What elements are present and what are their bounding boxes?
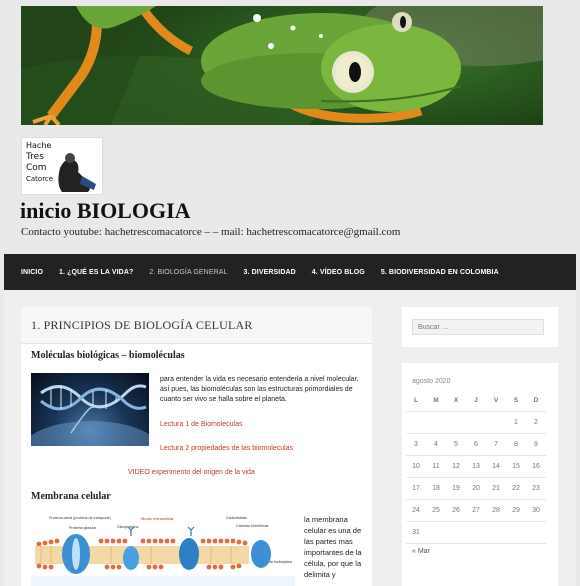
weekday-header: V <box>486 390 506 412</box>
nav-item-que-es-la-vida[interactable]: 1. ¿QUÉ ES LA VIDA? <box>51 269 141 276</box>
cell-membrane-diagram[interactable]: Proteína canal (proteína de transporte) … <box>31 514 295 586</box>
diagram-label-medio-extracelular: Medio extracelular <box>141 516 174 521</box>
calendar-day <box>486 521 506 544</box>
nav-item-diversidad[interactable]: 3. DIVERSIDAD <box>236 269 304 276</box>
svg-text:Tres: Tres <box>25 152 44 162</box>
calendar-day: 21 <box>486 477 506 500</box>
calendar-day: 2 <box>526 411 546 434</box>
calendar-day <box>466 411 486 434</box>
main-navigation: INICIO 1. ¿QUÉ ES LA VIDA? 2. BIOLOGÍA G… <box>4 254 576 290</box>
calendar-week-row: 3 4 5 6 7 8 9 <box>406 433 546 456</box>
calendar-day <box>426 521 446 544</box>
nav-item-biodiversidad-colombia[interactable]: 5. BIODIVERSIDAD EN COLOMBIA <box>373 269 507 276</box>
calendar-day: 26 <box>446 499 466 522</box>
frog-illustration <box>21 6 543 125</box>
calendar-day: 30 <box>526 499 546 522</box>
calendar-day <box>406 411 426 434</box>
calendar-day: 18 <box>426 477 446 500</box>
diagram-label-glicoproteina: Glicoproteína <box>117 525 138 529</box>
calendar-day: 28 <box>486 499 506 522</box>
svg-text:Catorce: Catorce <box>26 175 53 183</box>
calendar-day: 15 <box>506 455 526 478</box>
calendar-day: 22 <box>506 477 526 500</box>
dna-helix-graphic <box>31 384 149 446</box>
diagram-label-proteina-globular: Proteína globular <box>69 526 97 530</box>
section-heading-biomoleculas: Moléculas biológicas – biomoléculas <box>31 350 185 361</box>
site-logo[interactable]: Hache Tres Com Catorce <box>21 137 103 195</box>
calendar-week-row: 1 2 <box>406 411 546 434</box>
calendar-day: 31 <box>406 521 426 544</box>
weekday-header: L <box>406 390 426 412</box>
calendar-table: L M X J V S D 1 2 3 4 5 6 7 8 9 10 11 12… <box>406 390 546 544</box>
diagram-label-proteina-canal: Proteína canal (proteína de transporte) <box>49 516 111 520</box>
calendar-day: 27 <box>466 499 486 522</box>
calendar-day: 3 <box>406 433 426 456</box>
calendar-day: 16 <box>526 455 546 478</box>
handwritten-logo-image: Hache Tres Com Catorce <box>22 138 102 194</box>
weekday-header: M <box>426 390 446 412</box>
calendar-day: 17 <box>406 477 426 500</box>
calendar-day: 1 <box>506 411 526 434</box>
section-heading-membrana: Membrana celular <box>31 491 111 502</box>
calendar-weekday-row: L M X J V S D <box>406 390 546 412</box>
post-title: 1. PRINCIPIOS DE BIOLOGÍA CELULAR <box>31 318 253 332</box>
site-title[interactable]: inicio BIOLOGIA <box>20 198 191 224</box>
calendar-day <box>506 521 526 544</box>
calendar-day: 13 <box>466 455 486 478</box>
calendar-day: 23 <box>526 477 546 500</box>
calendar-day: 4 <box>426 433 446 456</box>
nav-item-biologia-general[interactable]: 2. BIOLOGÍA GENERAL <box>141 269 235 276</box>
calendar-day: 9 <box>526 433 546 456</box>
calendar-day: 11 <box>426 455 446 478</box>
calendar-prev-month-link[interactable]: « Mar <box>412 548 430 555</box>
site-tagline: Contacto youtube: hachetrescomacatorce –… <box>21 226 401 238</box>
calendar-day <box>446 521 466 544</box>
calendar-week-row: 17 18 19 20 21 22 23 <box>406 477 546 500</box>
nav-item-inicio[interactable]: INICIO <box>4 269 51 276</box>
calendar-day <box>486 411 506 434</box>
calendar-day: 6 <box>466 433 486 456</box>
calendar-day: 20 <box>466 477 486 500</box>
calendar-day <box>466 521 486 544</box>
calendar-day: 12 <box>446 455 466 478</box>
link-video-origen-vida[interactable]: VIDEO experimento del origen de la vida <box>128 469 255 476</box>
calendar-day: 25 <box>426 499 446 522</box>
link-lectura-1-biomoleculas[interactable]: Lectura 1 de Biomoleculas <box>160 421 243 428</box>
weekday-header: D <box>526 390 546 412</box>
nav-item-video-blog[interactable]: 4. VÍDEO BLOG <box>304 269 373 276</box>
header-banner-image[interactable] <box>21 6 543 125</box>
diagram-label-cabezas-hidrofilicas: Cabezas hidrofílicas <box>236 524 269 528</box>
svg-text:Hache: Hache <box>26 141 51 150</box>
weekday-header: X <box>446 390 466 412</box>
calendar-day: 29 <box>506 499 526 522</box>
calendar-day: 19 <box>446 477 466 500</box>
calendar-day <box>426 411 446 434</box>
biomoleculas-paragraph: para entender la vida es necesario enten… <box>160 376 359 403</box>
link-lectura-2-propiedades[interactable]: Lectura 2 propiedades de las biomolecula… <box>160 445 293 452</box>
diagram-label-carbohidrato: Carbohidrato <box>226 516 247 520</box>
calendar-caption: agosto 2020 <box>412 378 451 385</box>
calendar-day <box>446 411 466 434</box>
calendar-week-row: 24 25 26 27 28 29 30 <box>406 499 546 522</box>
calendar-week-row: 31 <box>406 521 546 544</box>
membrane-illustration: Proteína canal (proteína de transporte) … <box>31 514 295 586</box>
calendar-day <box>526 521 546 544</box>
membrana-paragraph: la membrana celular es una de las partes… <box>304 515 362 579</box>
calendar-day: 7 <box>486 433 506 456</box>
calendar-day: 8 <box>506 433 526 456</box>
calendar-day: 5 <box>446 433 466 456</box>
weekday-header: S <box>506 390 526 412</box>
svg-text:Com: Com <box>26 163 47 173</box>
calendar-day: 10 <box>406 455 426 478</box>
calendar-day: 24 <box>406 499 426 522</box>
calendar-day: 14 <box>486 455 506 478</box>
weekday-header: J <box>466 390 486 412</box>
calendar-week-row: 10 11 12 13 14 15 16 <box>406 455 546 478</box>
page: Hache Tres Com Catorce inicio BIOLOGIA C… <box>0 0 580 586</box>
biomolecule-image[interactable] <box>31 373 149 446</box>
search-input[interactable] <box>412 319 544 335</box>
